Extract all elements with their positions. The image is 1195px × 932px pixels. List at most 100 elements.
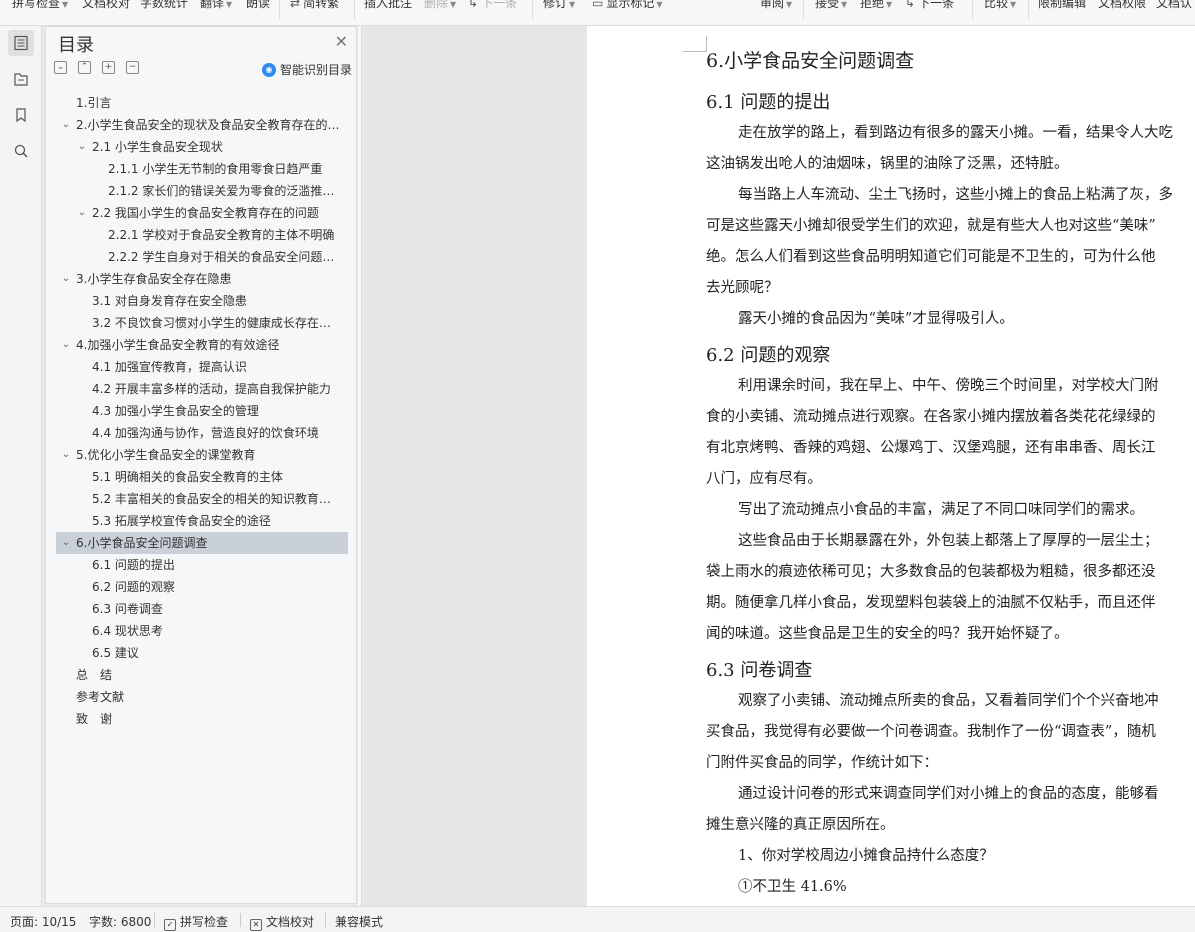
toc-item[interactable]: 4.3 加强小学生食品安全的管理 xyxy=(56,400,348,422)
toc-item[interactable]: 5.2 丰富相关的食品安全的相关的知识教育形式 xyxy=(56,488,348,510)
spell-check-button[interactable]: 拼写检查 ▼ xyxy=(12,0,68,11)
chevron-down-icon[interactable]: ⌄ xyxy=(60,334,72,356)
find-panel-button[interactable] xyxy=(8,138,34,164)
toc-item[interactable]: ⌄ 3.小学生存食品安全存在隐患 xyxy=(56,268,348,290)
chevron-down-icon[interactable]: ⌄ xyxy=(60,114,72,136)
paragraph-line: 门附件买食品的同学，作统计如下： xyxy=(706,755,938,771)
translate-button[interactable]: 翻译 ▼ xyxy=(200,0,232,11)
toc-item[interactable]: 2.2.2 学生自身对于相关的食品安全问题认识不足 xyxy=(56,246,348,268)
toc-item[interactable]: ⌄ 2.小学生食品安全的现状及食品安全教育存在的问题 xyxy=(56,114,348,136)
doc-auth-button[interactable]: 文档认 xyxy=(1156,0,1192,11)
toc-panel-button[interactable] xyxy=(8,30,34,56)
track-changes-button[interactable]: 修订 ▼ xyxy=(543,0,575,11)
toc-item[interactable]: 2.2.1 学校对于食品安全教育的主体不明确 xyxy=(56,224,348,246)
heading: 6.3 问卷调查 xyxy=(706,660,813,681)
panel-splitter[interactable] xyxy=(358,26,362,906)
add-heading-button[interactable]: + xyxy=(102,61,115,74)
collapse-all-button[interactable]: ⌄ xyxy=(54,61,67,74)
show-markup-button[interactable]: ▭ 显示标记 ▼ xyxy=(592,0,663,11)
simp-to-trad-button[interactable]: ⇄ 简转繁 xyxy=(290,0,339,11)
toc-item[interactable]: ⌄ 6.小学食品安全问题调查 xyxy=(56,532,348,554)
paragraph-line: 这些食品由于长期暴露在外，外包装上都落上了厚厚的一层尘土； xyxy=(738,533,1159,549)
toc-item[interactable]: ⌄ 2.2 我国小学生的食品安全教育存在的问题 xyxy=(56,202,348,224)
toc-item[interactable]: 6.5 建议 xyxy=(56,642,348,664)
toc-item[interactable]: 参考文献 xyxy=(56,686,348,708)
toc-item[interactable]: 6.4 现状思考 xyxy=(56,620,348,642)
toc-item-label: 2.小学生食品安全的现状及食品安全教育存在的问题 xyxy=(76,118,348,132)
toc-item[interactable]: 4.2 开展丰富多样的活动，提高自我保护能力 xyxy=(56,378,348,400)
paragraph-line: 买食品，我觉得有必要做一个问卷调查。我制作了一份“调查表”，随机 xyxy=(706,724,1156,740)
restrict-edit-button[interactable]: 限制编辑 xyxy=(1038,0,1086,11)
page-indicator[interactable]: 页面: 10/15 xyxy=(10,913,76,930)
chevron-down-icon[interactable]: ⌄ xyxy=(60,444,72,466)
document-body[interactable]: 6.小学食品安全问题调查 6.1 问题的提出 走在放学的路上，看到路边有很多的露天小… xyxy=(706,46,1195,903)
chevron-down-icon[interactable]: ⌄ xyxy=(76,202,88,224)
insert-comment-button[interactable]: 插入批注 xyxy=(364,0,412,11)
doc-permission-button[interactable]: 文档权限 xyxy=(1098,0,1146,11)
compare-button[interactable]: 比较 ▼ xyxy=(984,0,1016,11)
paragraph-line: 有北京烤鸭、香辣的鸡翅、公爆鸡丁、汉堡鸡腿，还有串串香、周长江 xyxy=(706,440,1156,456)
bookmark-icon xyxy=(16,108,26,123)
toc-item[interactable]: 3.2 不良饮食习惯对小学生的健康成长存在安全隐患 xyxy=(56,312,348,334)
paragraph-line: 走在放学的路上，看到路边有很多的露天小摊。一看，结果令人大吃 xyxy=(738,125,1173,141)
paragraph-line: 通过设计问卷的形式来调查同学们对小摊上的食品的态度，能够看 xyxy=(738,786,1159,802)
ribbon-toolbar: 拼写检查 ▼ 文档校对 字数统计 翻译 ▼ 朗读 ⇄ 简转繁 插入批注 删除 ▼ ↳ 下一… xyxy=(0,0,1195,26)
toc-item[interactable]: 4.1 加强宣传教育，提高认识 xyxy=(56,356,348,378)
status-spell-check[interactable]: ✓ 拼写检查 xyxy=(164,913,228,931)
read-aloud-button[interactable]: 朗读 xyxy=(246,0,270,11)
toc-item-label: 6.1 问题的提出 xyxy=(92,558,175,572)
paragraph-line: 露天小摊的食品因为“美味”才显得吸引人。 xyxy=(738,311,1014,327)
paragraph-line: 利用课余时间，我在早上、中午、傍晚三个时间里，对学校大门附 xyxy=(738,378,1159,394)
toc-toolbar: ⌄ ⌃ + − xyxy=(54,61,139,74)
delete-comment-button[interactable]: 删除 ▼ xyxy=(424,0,456,11)
accept-button[interactable]: 接受 ▼ xyxy=(815,0,847,11)
toc-item[interactable]: 6.3 问卷调查 xyxy=(56,598,348,620)
toc-item[interactable]: 2.1.1 小学生无节制的食用零食日趋严重 xyxy=(56,158,348,180)
toc-item-label: 5.2 丰富相关的食品安全的相关的知识教育形式 xyxy=(92,492,343,506)
toc-title: 目录 xyxy=(58,35,94,56)
spell-check-icon: ✓ xyxy=(164,919,176,931)
toc-item[interactable]: 5.3 拓展学校宣传食品安全的途径 xyxy=(56,510,348,532)
next-change-button[interactable]: ↳ 下一条 xyxy=(905,0,954,11)
word-count[interactable]: 字数: 6800 xyxy=(89,913,151,930)
paragraph-line: 期。随便拿几样小食品，发现塑料包装袋上的油腻不仅粘手，而且还伴 xyxy=(706,595,1156,611)
reject-button[interactable]: 拒绝 ▼ xyxy=(860,0,892,11)
toc-item[interactable]: 总 结 xyxy=(56,664,348,686)
chevron-down-icon[interactable]: ⌄ xyxy=(60,268,72,290)
word-count-button[interactable]: 字数统计 xyxy=(140,0,188,11)
close-icon[interactable]: ✕ xyxy=(335,32,348,51)
toc-item-label: 5.优化小学生食品安全的课堂教育 xyxy=(76,448,256,462)
toc-list: 1.引言 ⌄ 2.小学生食品安全的现状及食品安全教育存在的问题 ⌄ 2.1 小学生食品安… xyxy=(56,92,348,730)
smart-toc-button[interactable]: ◉ 智能识别目录 xyxy=(261,61,352,78)
toc-item[interactable]: ⌄ 2.1 小学生食品安全现状 xyxy=(56,136,348,158)
toc-item[interactable]: 4.4 加强沟通与协作，营造良好的饮食环境 xyxy=(56,422,348,444)
toc-item[interactable]: 5.1 明确相关的食品安全教育的主体 xyxy=(56,466,348,488)
chapter-panel-button[interactable] xyxy=(8,66,34,92)
toc-item[interactable]: ⌄ 5.优化小学生食品安全的课堂教育 xyxy=(56,444,348,466)
toc-item-label: 5.1 明确相关的食品安全教育的主体 xyxy=(92,470,283,484)
status-proofread[interactable]: ✕ 文档校对 xyxy=(250,913,314,931)
toc-item[interactable]: 6.1 问题的提出 xyxy=(56,554,348,576)
chevron-down-icon[interactable]: ⌄ xyxy=(76,136,88,158)
chevron-down-icon[interactable]: ⌄ xyxy=(60,532,72,554)
expand-up-button[interactable]: ⌃ xyxy=(78,61,91,74)
toc-item[interactable]: 6.2 问题的观察 xyxy=(56,576,348,598)
navigation-rail xyxy=(0,26,42,906)
document-page[interactable]: 6.小学食品安全问题调查 6.1 问题的提出 走在放学的路上，看到路边有很多的露天小… xyxy=(587,26,1195,906)
toc-item[interactable]: 3.1 对自身发育存在安全隐患 xyxy=(56,290,348,312)
proofread-icon: ✕ xyxy=(250,919,262,931)
toc-item[interactable]: 2.1.2 家长们的错误关爱为零食的泛滥推波助澜 xyxy=(56,180,348,202)
remove-heading-button[interactable]: − xyxy=(126,61,139,74)
toc-item[interactable]: 1.引言 xyxy=(56,92,348,114)
toc-item-label: 参考文献 xyxy=(76,690,125,704)
toc-item[interactable]: 致 谢 xyxy=(56,708,348,730)
bookmark-panel-button[interactable] xyxy=(8,102,34,128)
next-comment-button[interactable]: ↳ 下一条 xyxy=(468,0,517,11)
paragraph-line: 食的小卖铺、流动摊点进行观察。在各家小摊内摆放着各类花花绿绿的 xyxy=(706,409,1156,425)
toc-item[interactable]: ⌄ 4.加强小学生食品安全教育的有效途径 xyxy=(56,334,348,356)
heading: 6.小学食品安全问题调查 xyxy=(706,50,915,72)
toc-item-label: 6.3 问卷调查 xyxy=(92,602,163,616)
doc-proofread-button[interactable]: 文档校对 xyxy=(82,0,130,11)
paragraph-line: 绝。怎么人们看到这些食品明明知道它们可能是不卫生的，可为什么他 xyxy=(706,249,1156,265)
review-dropdown[interactable]: 审阅 ▼ xyxy=(760,0,792,11)
